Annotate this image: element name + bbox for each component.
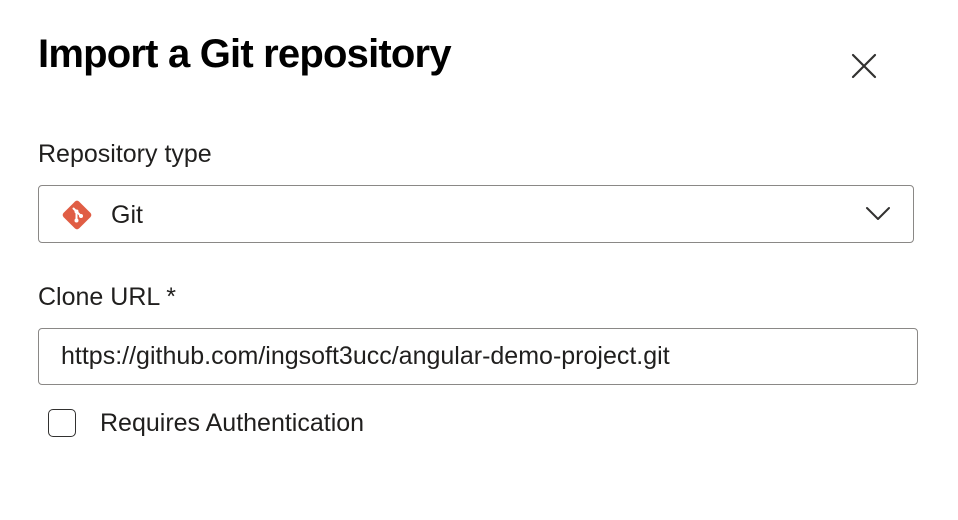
repository-type-dropdown[interactable]: Git [38, 185, 914, 243]
close-icon [851, 53, 877, 79]
repository-type-value: Git [111, 201, 143, 229]
clone-url-input[interactable] [38, 328, 918, 385]
required-asterisk: * [166, 283, 177, 311]
requires-authentication-checkbox[interactable] [48, 409, 76, 437]
clone-url-label-text: Clone URL [38, 283, 161, 311]
repository-type-label: Repository type [38, 140, 212, 168]
chevron-down-icon [866, 207, 890, 220]
requires-authentication-checkbox-row[interactable]: Requires Authentication [48, 407, 364, 439]
close-button[interactable] [840, 42, 888, 90]
requires-authentication-label: Requires Authentication [100, 409, 365, 437]
import-repository-dialog: Import a Git repository Repository type … [0, 0, 958, 520]
git-icon [62, 200, 92, 230]
clone-url-label: Clone URL * [38, 282, 176, 312]
dialog-title: Import a Git repository [38, 32, 452, 76]
